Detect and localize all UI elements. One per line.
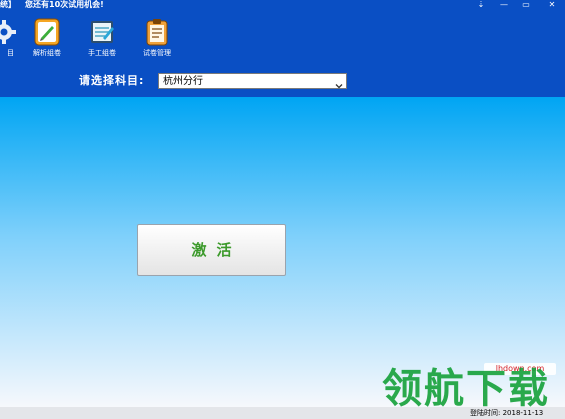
extra-button[interactable]: ⇣ bbox=[469, 0, 493, 10]
status-bar: 登陆时间: 2018-11-13 bbox=[0, 407, 565, 419]
toolbar-item-label: 解析组卷 bbox=[33, 49, 61, 57]
toolbar-item-label: 试卷管理 bbox=[143, 49, 171, 57]
down-arrow-icon: ⇣ bbox=[477, 0, 485, 9]
pen-paper-icon bbox=[34, 18, 60, 46]
top-bar: 统】 您还有10次试用机会! ⇣ — ▭ ✕ 目 解析组卷 手工组卷 试卷管理 … bbox=[0, 0, 565, 97]
toolbar-item-manual-compose[interactable]: 手工组卷 bbox=[78, 18, 126, 58]
toolbar-item-paper-manage[interactable]: 试卷管理 bbox=[133, 18, 181, 58]
toolbar-item-label: 手工组卷 bbox=[88, 49, 116, 57]
activate-button-label: 激活 bbox=[191, 241, 242, 259]
subject-select-value: 杭州分行 bbox=[163, 76, 203, 87]
window-title: 统】 bbox=[0, 0, 16, 9]
close-icon: ✕ bbox=[548, 0, 556, 9]
subject-label: 请选择科目: bbox=[79, 74, 145, 87]
clipboard-icon bbox=[144, 18, 170, 46]
notebook-icon bbox=[89, 18, 115, 46]
activate-button[interactable]: 激活 bbox=[137, 224, 286, 276]
chevron-down-icon bbox=[334, 76, 344, 89]
minimize-icon: — bbox=[500, 0, 508, 9]
minimize-button[interactable]: — bbox=[492, 0, 516, 10]
gear-icon bbox=[0, 18, 17, 46]
subject-select[interactable]: 杭州分行 bbox=[158, 73, 347, 89]
close-button[interactable]: ✕ bbox=[539, 0, 565, 10]
login-time: 登陆时间: 2018-11-13 bbox=[470, 409, 544, 417]
restore-button[interactable]: ▭ bbox=[514, 0, 538, 10]
toolbar-item-analysis-compose[interactable]: 解析组卷 bbox=[23, 18, 71, 58]
restore-icon: ▭ bbox=[522, 0, 530, 9]
watermark-text: 领航下载 bbox=[382, 366, 550, 412]
trial-message: 您还有10次试用机会! bbox=[25, 0, 104, 9]
